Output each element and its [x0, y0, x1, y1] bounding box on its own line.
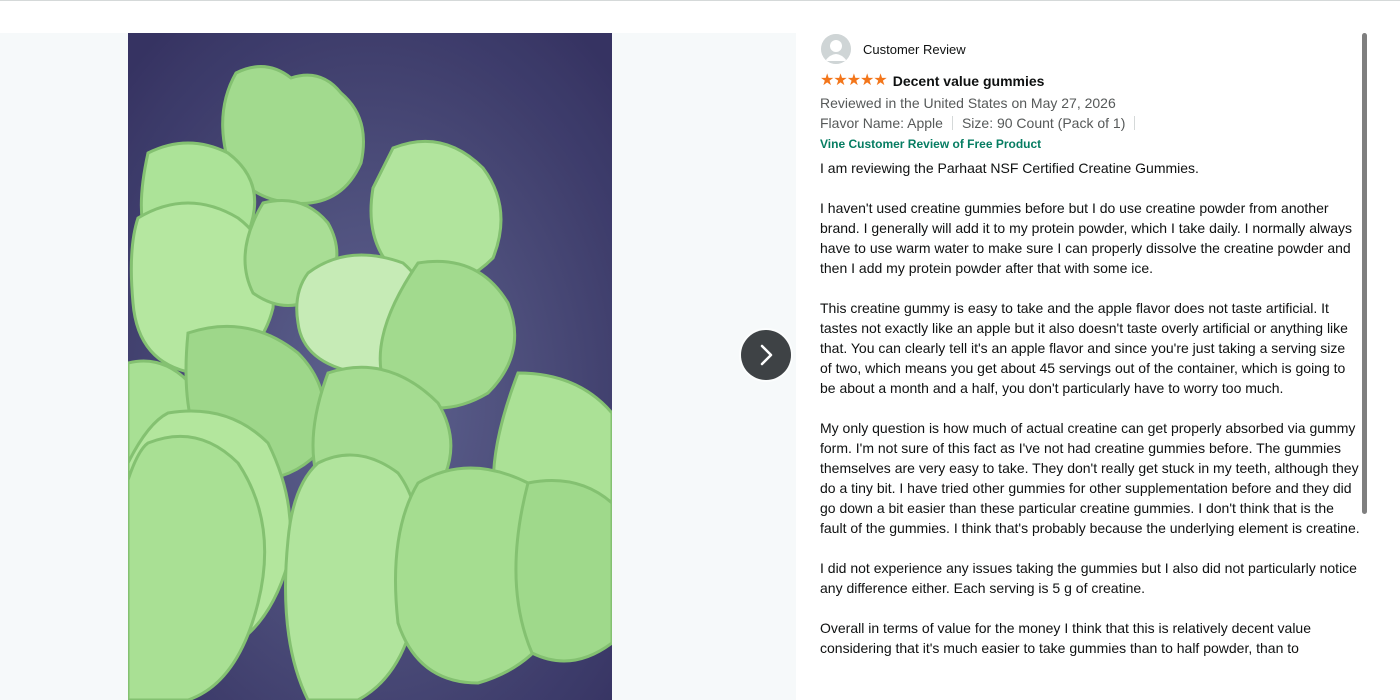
review-paragraph: I did not experience any issues taking t…	[820, 560, 1357, 596]
size-name: Size: 90 Count (Pack of 1)	[961, 115, 1126, 131]
review-pane: Customer Review ★★★★★ Decent value gummi…	[820, 33, 1360, 700]
flavor-name: Flavor Name: Apple	[820, 115, 943, 131]
product-variant[interactable]: Flavor Name: Apple Size: 90 Count (Pack …	[820, 113, 1360, 133]
reviewer-profile[interactable]: Customer Review	[820, 33, 1360, 65]
review-title: Decent value gummies	[892, 73, 1045, 89]
star-icon: ★★★★★	[820, 72, 888, 89]
review-paragraph: This creatine gummy is easy to take and …	[820, 300, 1348, 396]
variant-separator	[1134, 116, 1136, 130]
chevron-right-icon	[741, 330, 791, 380]
review-paragraph: My only question is how much of actual c…	[820, 420, 1360, 536]
top-divider	[0, 0, 1400, 1]
review-paragraph: I haven't used creatine gummies before b…	[820, 200, 1352, 276]
review-media-pane	[0, 33, 796, 700]
profile-name[interactable]: Customer Review	[863, 42, 966, 57]
star-rating: ★★★★★	[820, 72, 888, 89]
review-scrollbar[interactable]	[1362, 33, 1367, 514]
review-body: I am reviewing the Parhaat NSF Certified…	[820, 158, 1360, 658]
review-paragraph: I am reviewing the Parhaat NSF Certified…	[820, 160, 1199, 176]
review-paragraph: Overall in terms of value for the money …	[820, 620, 1312, 656]
review-title-row: ★★★★★ Decent value gummies	[820, 72, 1360, 90]
user-avatar-icon	[821, 34, 851, 64]
vine-badge: Vine Customer Review of Free Product	[820, 137, 1042, 151]
review-date: Reviewed in the United States on May 27,…	[820, 95, 1116, 111]
review-photo	[128, 33, 612, 700]
next-image-button[interactable]	[741, 330, 791, 380]
variant-separator	[951, 116, 953, 130]
